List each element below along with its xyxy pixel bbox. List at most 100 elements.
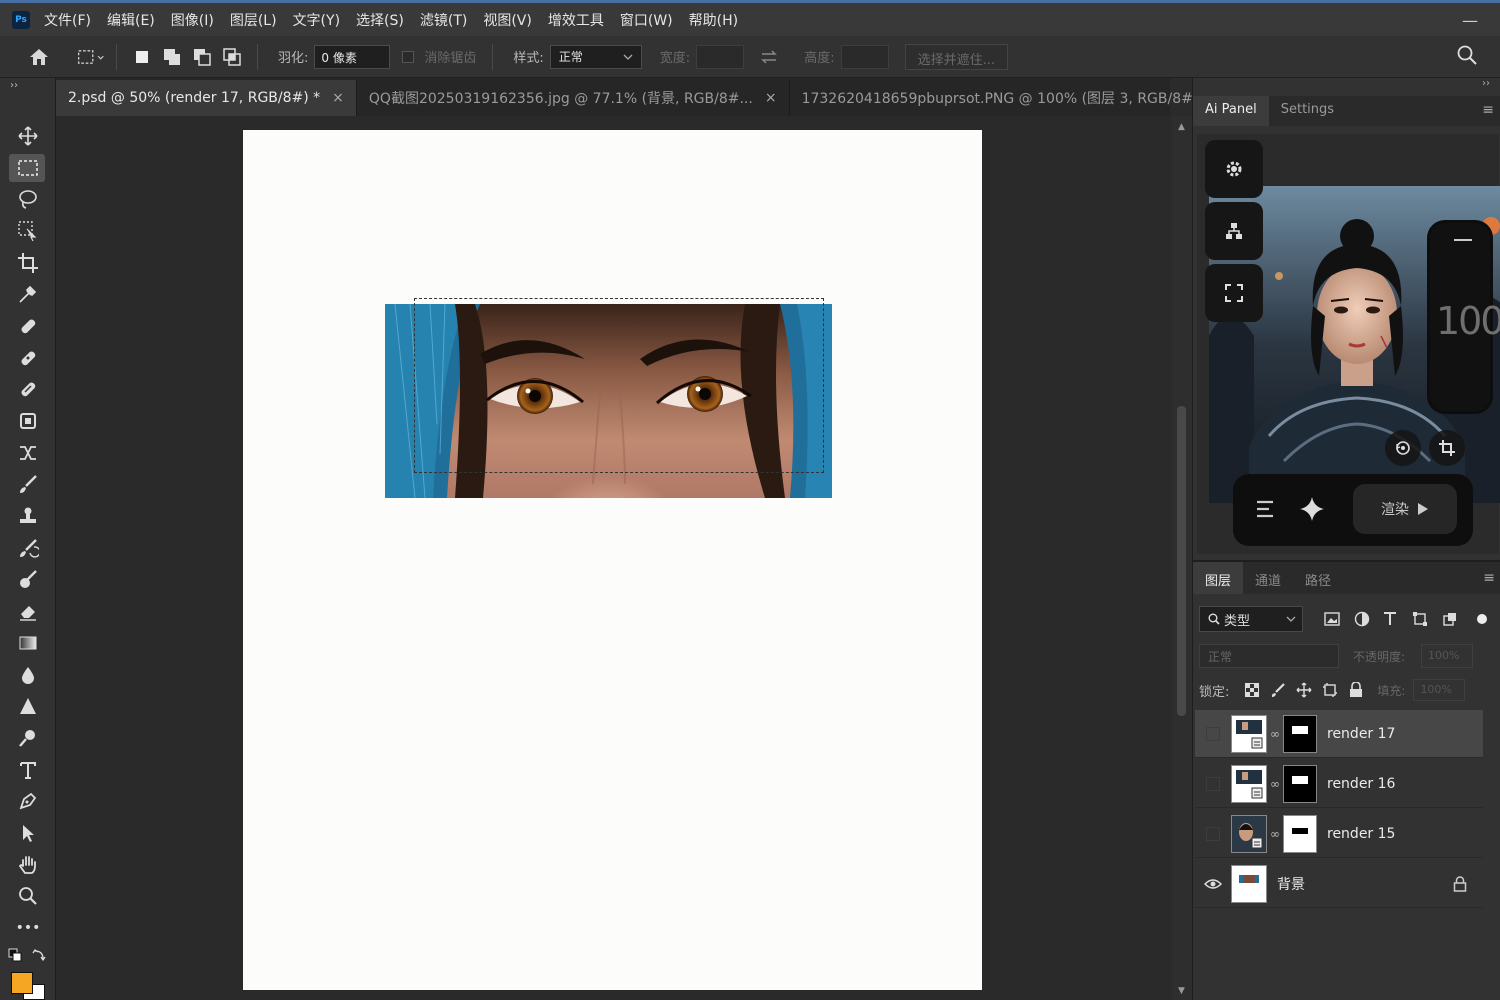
foreground-color-swatch[interactable] — [11, 972, 33, 994]
hand-icon[interactable] — [0, 849, 56, 881]
sharpen-icon[interactable] — [0, 690, 56, 722]
lock-pixels-icon[interactable] — [1265, 682, 1291, 698]
opacity-input[interactable]: 100% — [1421, 644, 1473, 668]
style-select[interactable]: 正常 — [549, 44, 642, 69]
scroll-up-icon[interactable]: ▲ — [1178, 122, 1185, 132]
shape-filter-icon[interactable] — [1409, 608, 1431, 630]
layer-row[interactable]: 背景 — [1195, 860, 1483, 908]
search-icon[interactable] — [1456, 44, 1482, 70]
crop-icon[interactable] — [1429, 430, 1465, 466]
subtract-selection-icon[interactable] — [187, 44, 217, 70]
close-tab-icon[interactable]: × — [765, 90, 777, 106]
blur-icon[interactable] — [0, 659, 56, 691]
spot-heal-icon[interactable] — [0, 310, 56, 342]
lock-transparency-icon[interactable] — [1239, 683, 1265, 697]
visibility-toggle[interactable] — [1195, 860, 1231, 908]
menu-file[interactable]: 文件(F) — [44, 10, 91, 30]
minimize-button[interactable]: — — [1462, 11, 1478, 30]
move-icon[interactable] — [0, 120, 56, 152]
layer-row[interactable]: ∞ render 17 — [1195, 710, 1483, 758]
reset-icon[interactable] — [1385, 430, 1421, 466]
filter-toggle-icon[interactable] — [1471, 608, 1493, 630]
marquee-icon[interactable] — [0, 152, 56, 184]
strength-slider[interactable]: 100 — [1427, 220, 1500, 414]
feather-input[interactable]: 0 像素 — [314, 44, 391, 69]
stamp-icon[interactable] — [0, 500, 56, 532]
tab-document-1[interactable]: 2.psd @ 50% (render 17, RGB/8#) * × — [56, 80, 357, 116]
tab-ai-panel[interactable]: Ai Panel — [1193, 96, 1269, 126]
tab-layers[interactable]: 图层 — [1193, 562, 1244, 594]
swap-colors-icon[interactable] — [32, 948, 46, 966]
more-tools-icon[interactable]: ••• — [0, 912, 56, 944]
tab-paths[interactable]: 路径 — [1293, 562, 1343, 594]
heal-icon[interactable] — [0, 342, 56, 374]
dodge-icon[interactable] — [0, 722, 56, 754]
tab-document-3[interactable]: 1732620418659pbuprsot.PNG @ 100% (图层 3, … — [790, 80, 1243, 116]
image-filter-icon[interactable] — [1321, 608, 1343, 630]
layer-filter-select[interactable]: 类型 — [1199, 606, 1303, 632]
close-tab-icon[interactable]: × — [332, 90, 344, 106]
blend-mode-select[interactable]: 正常 — [1199, 644, 1339, 668]
scrollbar-thumb[interactable] — [1177, 406, 1186, 716]
canvas-area[interactable] — [56, 116, 1170, 1000]
eraser-icon[interactable] — [0, 595, 56, 627]
layer-mask-thumbnail[interactable] — [1283, 764, 1317, 803]
menu-view[interactable]: 视图(V) — [483, 10, 532, 30]
layers-menu-icon[interactable]: ≡ — [1483, 570, 1495, 586]
height-input[interactable] — [840, 44, 889, 69]
gradient-icon[interactable] — [0, 627, 56, 659]
scroll-down-icon[interactable]: ▼ — [1178, 986, 1185, 996]
lock-icon[interactable] — [1453, 876, 1467, 896]
menu-help[interactable]: 帮助(H) — [689, 10, 738, 30]
lock-position-icon[interactable] — [1291, 682, 1317, 698]
layer-name[interactable]: render 16 — [1327, 776, 1395, 792]
layer-mask-thumbnail[interactable] — [1283, 814, 1317, 853]
settings-icon[interactable] — [1205, 140, 1263, 198]
path-select-icon[interactable] — [0, 817, 56, 849]
layer-row[interactable]: ∞ render 16 — [1195, 760, 1483, 808]
menu-select[interactable]: 选择(S) — [356, 10, 404, 30]
menu-edit[interactable]: 编辑(E) — [107, 10, 155, 30]
render-button[interactable]: 渲染 — [1353, 484, 1457, 534]
tab-channels[interactable]: 通道 — [1243, 562, 1293, 594]
tab-document-2[interactable]: QQ截图20250319162356.jpg @ 77.1% (背景, RGB/… — [357, 80, 790, 116]
default-colors-icon[interactable] — [8, 948, 22, 966]
lock-artboard-icon[interactable] — [1317, 682, 1343, 698]
content-aware-icon[interactable] — [0, 405, 56, 437]
patch-icon[interactable] — [0, 374, 56, 406]
sparkle-icon[interactable] — [1299, 496, 1325, 526]
home-icon[interactable] — [26, 44, 52, 70]
visibility-toggle[interactable] — [1195, 760, 1231, 808]
marquee-preset-icon[interactable] — [76, 44, 106, 70]
chain-icon[interactable]: ∞ — [1267, 777, 1283, 791]
chain-icon[interactable]: ∞ — [1267, 827, 1283, 841]
width-input[interactable] — [696, 44, 745, 69]
hierarchy-icon[interactable] — [1205, 202, 1263, 260]
menu-window[interactable]: 窗口(W) — [620, 10, 673, 30]
fill-input[interactable]: 100% — [1413, 679, 1466, 701]
visibility-toggle[interactable] — [1195, 710, 1231, 758]
collapse-toolbar-icon[interactable]: ›› — [0, 78, 55, 100]
menu-image[interactable]: 图像(I) — [171, 10, 214, 30]
zoom-icon[interactable] — [0, 881, 56, 913]
antialias-checkbox[interactable] — [402, 50, 415, 63]
layer-name[interactable]: render 17 — [1327, 726, 1395, 742]
menu-filter[interactable]: 滤镜(T) — [420, 10, 467, 30]
canvas-scrollbar[interactable]: ▲ ▼ — [1172, 116, 1192, 1000]
lasso-icon[interactable] — [0, 183, 56, 215]
fullscreen-icon[interactable] — [1205, 264, 1263, 322]
layer-name[interactable]: render 15 — [1327, 826, 1395, 842]
intersect-selection-icon[interactable] — [217, 44, 247, 70]
menu-layer[interactable]: 图层(L) — [230, 10, 277, 30]
brush-icon[interactable] — [0, 469, 56, 501]
type-icon[interactable] — [0, 754, 56, 786]
document-canvas[interactable] — [243, 130, 982, 990]
collapse-panels-icon[interactable]: ›› — [1193, 78, 1500, 96]
type-filter-icon[interactable] — [1379, 608, 1401, 630]
history-brush-icon[interactable] — [0, 532, 56, 564]
visibility-toggle[interactable] — [1195, 810, 1231, 858]
menu-lines-icon[interactable] — [1255, 498, 1275, 524]
swap-icon[interactable] — [754, 44, 784, 70]
mixer-brush-icon[interactable] — [0, 564, 56, 596]
layer-name[interactable]: 背景 — [1277, 874, 1305, 894]
